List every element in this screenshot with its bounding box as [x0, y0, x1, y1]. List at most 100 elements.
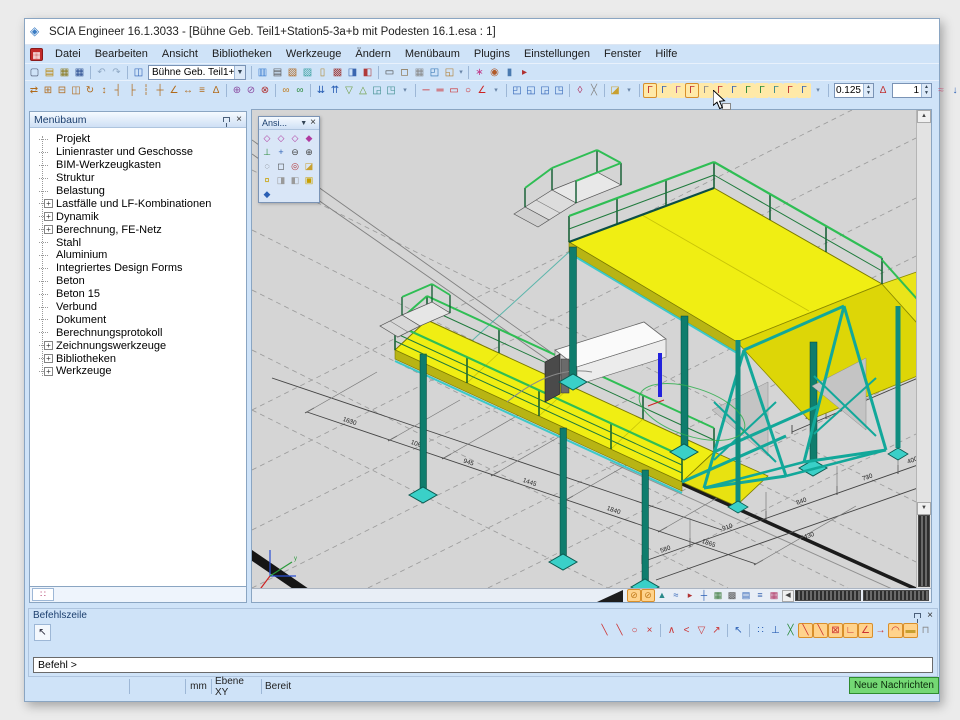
zoom-out-icon[interactable]: ⊖ — [288, 145, 302, 159]
tree-item[interactable]: + Struktur — [39, 172, 246, 185]
load-panel-1-icon[interactable]: Γ — [643, 83, 657, 98]
check-nodes-icon[interactable]: ∞ — [293, 83, 307, 98]
tree-item[interactable]: + Stahl — [39, 236, 246, 249]
menu-aendern[interactable]: Ändern — [348, 47, 397, 61]
toolbar-overflow-icon[interactable]: ▾ — [398, 83, 412, 98]
tree-item[interactable]: + Dynamik — [39, 210, 246, 223]
document-viewer-icon[interactable]: ▤ — [270, 65, 285, 80]
load-panel-8-icon[interactable]: Γ — [741, 83, 755, 98]
save-project-icon[interactable]: ▦ — [72, 65, 87, 80]
tree-item[interactable]: + Berechnung, FE-Netz — [39, 223, 246, 236]
close-icon[interactable]: × — [927, 611, 933, 621]
zoom-all-icon[interactable]: ◌ — [260, 159, 274, 173]
multi-copy-icon[interactable]: ⊟ — [55, 83, 69, 98]
load-panel-9-icon[interactable]: Γ — [755, 83, 769, 98]
vertical-scrollbar[interactable]: ▲ ▼ — [916, 110, 931, 588]
snap-orthogonal-icon[interactable]: ∟ — [843, 623, 858, 638]
view-axonometric-icon[interactable]: ◆ — [302, 131, 316, 145]
cross-snap-icon[interactable]: ╳ — [783, 623, 798, 638]
copy-geometry-3-icon[interactable]: ◲ — [538, 83, 552, 98]
color-palette-icon[interactable]: ∗ — [472, 65, 487, 80]
paperspace-gallery-icon[interactable]: ▨ — [300, 65, 315, 80]
units-setup-icon[interactable]: ▮ — [502, 65, 517, 80]
load-panel-5-icon[interactable]: Γ — [699, 83, 713, 98]
menu-plugins[interactable]: Plugins — [467, 47, 517, 61]
break-member-icon[interactable]: ┆ — [139, 83, 153, 98]
expand-icon[interactable]: + — [44, 367, 53, 376]
tree-item[interactable]: + Projekt — [39, 133, 246, 146]
tree-item[interactable]: + BIM-Werkzeugkasten — [39, 159, 246, 172]
zoom-in-icon[interactable]: ⊕ — [302, 145, 316, 159]
render-cone-icon[interactable]: ▲ — [655, 589, 669, 602]
load-panel-2-icon[interactable]: Γ — [657, 83, 671, 98]
menu-bearbeiten[interactable]: Bearbeiten — [88, 47, 155, 61]
tree-item[interactable]: + Integriertes Design Forms — [39, 262, 246, 275]
send-to-back-icon[interactable]: ▽ — [342, 83, 356, 98]
chevron-down-icon[interactable]: ▼ — [300, 120, 307, 127]
scroll-down-icon[interactable]: ▼ — [917, 502, 931, 515]
picture-1-icon[interactable]: ◨ — [345, 65, 360, 80]
clipping-box-icon[interactable]: ▣ — [302, 173, 316, 187]
rotate-member-icon[interactable]: ↻ — [83, 83, 97, 98]
snap-endpoint-icon[interactable]: ╲ — [798, 623, 813, 638]
toolbar-overflow-icon[interactable]: ▾ — [489, 83, 503, 98]
new-document-icon[interactable]: ▢ — [27, 65, 42, 80]
view-xy-icon[interactable]: ◇ — [274, 131, 288, 145]
label-flag-icon[interactable]: ▸ — [683, 589, 697, 602]
menu-einstellungen[interactable]: Einstellungen — [517, 47, 597, 61]
project-manager-icon[interactable]: ◫ — [131, 65, 146, 80]
snap-circle-icon[interactable]: ○ — [627, 623, 642, 638]
view-zx-icon[interactable]: ◇ — [260, 131, 274, 145]
toolbar-overflow-icon[interactable]: ▾ — [457, 65, 465, 80]
snap-midpoint-icon[interactable]: ╲ — [813, 623, 828, 638]
light-icon[interactable]: ¤ — [260, 173, 274, 187]
trim-member-icon[interactable]: ┤ — [111, 83, 125, 98]
results-lock-icon[interactable]: ↓ — [948, 83, 960, 98]
menu-menuebaum[interactable]: Menübaum — [398, 47, 467, 61]
project-combobox[interactable]: Bühne Geb. Teil1+S ▼ — [148, 65, 246, 80]
status-units[interactable]: mm — [186, 679, 212, 694]
render-wire-icon[interactable]: ◨ — [274, 173, 288, 187]
snap-filter-icon[interactable]: ▽ — [694, 623, 709, 638]
cut-icon[interactable]: ╳ — [587, 83, 601, 98]
view-settings-icon[interactable]: ◪ — [302, 159, 316, 173]
panel-tab-icon[interactable]: ∷ — [32, 588, 54, 601]
align-members-icon[interactable]: ≡ — [195, 83, 209, 98]
result-diagram-icon[interactable]: ≈ — [669, 589, 683, 602]
disconnect-members-icon[interactable]: ⊘ — [244, 83, 258, 98]
move-up-level-icon[interactable]: ⇈ — [328, 83, 342, 98]
draw-angle-icon[interactable]: ∠ — [475, 83, 489, 98]
scrollbar-thumb[interactable] — [918, 515, 930, 587]
ungroup-members-icon[interactable]: ◳ — [384, 83, 398, 98]
menu-datei[interactable]: Datei — [48, 47, 88, 61]
menu-bibliotheken[interactable]: Bibliotheken — [205, 47, 279, 61]
print-icon[interactable]: ▭ — [382, 65, 397, 80]
draw-double-line-icon[interactable]: ═ — [433, 83, 447, 98]
snap-arc-point-icon[interactable]: ◠ — [888, 623, 903, 638]
snap-ruler-icon[interactable]: ▬ — [903, 623, 918, 638]
snap-line-1-icon[interactable]: ╲ — [597, 623, 612, 638]
tree-item[interactable]: + Dokument — [39, 313, 246, 326]
reverse-member-icon[interactable]: ↔ — [181, 83, 195, 98]
load-panel-3-icon[interactable]: Γ — [671, 83, 685, 98]
status-plane[interactable]: Ebene XY — [212, 679, 262, 694]
load-panel-12-icon[interactable]: Γ — [797, 83, 811, 98]
expand-icon[interactable]: + — [44, 354, 53, 363]
spinner-arrows[interactable]: ▲▼ — [863, 84, 873, 97]
tree-item[interactable]: + Belastung — [39, 185, 246, 198]
clip-plane-1-icon[interactable]: ⊘ — [627, 589, 641, 602]
command-input[interactable] — [33, 657, 933, 673]
snap-last-icon[interactable]: ⊓ — [918, 623, 933, 638]
open-library-icon[interactable]: ◪ — [608, 83, 622, 98]
opacity-spinner[interactable]: 0.125 ▲▼ — [834, 83, 874, 98]
check-structure-data-icon[interactable]: ∞ — [279, 83, 293, 98]
snap-delete-icon[interactable]: × — [642, 623, 657, 638]
load-panel-10-icon[interactable]: Γ — [769, 83, 783, 98]
mirror-member-icon[interactable]: ◫ — [69, 83, 83, 98]
tree-item[interactable]: + Beton 15 — [39, 288, 246, 301]
group-members-icon[interactable]: ◲ — [370, 83, 384, 98]
view-yz-icon[interactable]: ◇ — [288, 131, 302, 145]
tree-item[interactable]: + Werkzeuge — [39, 365, 246, 378]
layers-icon[interactable]: ≡ — [753, 589, 767, 602]
snap-intersection-icon[interactable]: ⊠ — [828, 623, 843, 638]
